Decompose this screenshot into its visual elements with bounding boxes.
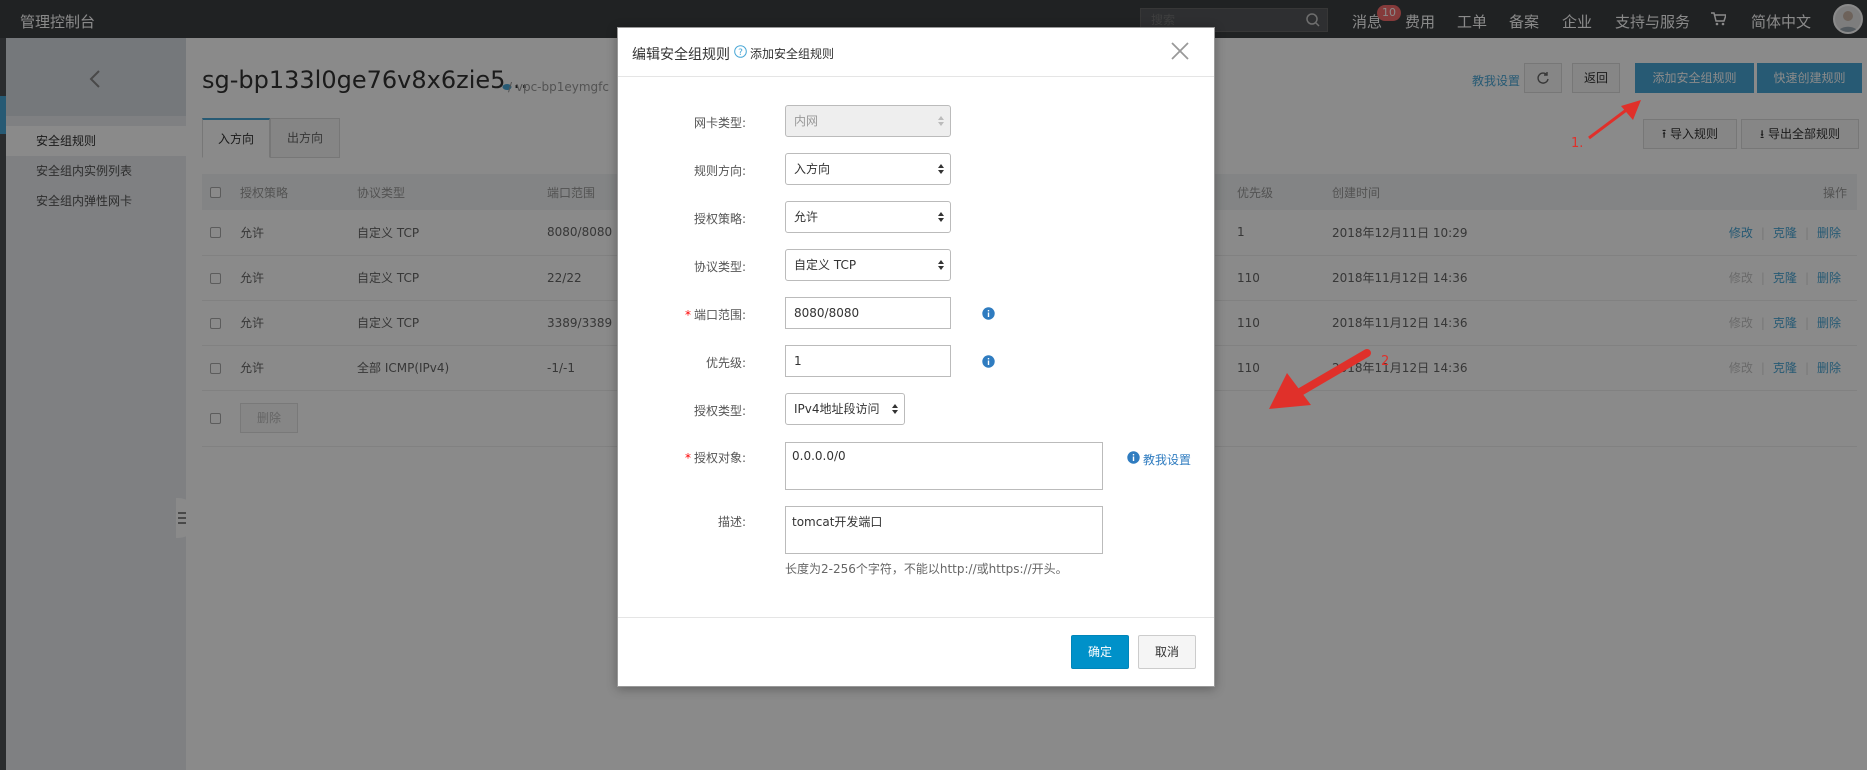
auth-object-teach-link[interactable]: 教我设置 — [1143, 451, 1191, 468]
auth-type-label: 授权类型: — [693, 404, 746, 418]
annotation-arrow-1 — [1588, 100, 1641, 140]
dialog-title: 编辑安全组规则 — [632, 47, 730, 63]
auth-object-textarea[interactable]: 0.0.0.0/0 — [785, 442, 1103, 490]
nic-type-select: 内网 — [785, 105, 951, 137]
info-icon[interactable] — [1127, 451, 1140, 464]
updown-icon — [938, 212, 944, 222]
annotation-step-2: 2 — [1381, 354, 1390, 369]
priority-label: 优先级: — [705, 356, 746, 370]
direction-label: 规则方向: — [693, 164, 746, 178]
info-icon[interactable] — [982, 355, 995, 368]
cancel-button[interactable]: 取消 — [1138, 635, 1196, 669]
updown-icon — [938, 164, 944, 174]
close-icon[interactable] — [1169, 40, 1191, 62]
auth-type-value: IPv4地址段访问 — [794, 402, 880, 416]
nic-type-value: 内网 — [794, 114, 819, 128]
description-label: 描述: — [717, 515, 746, 529]
policy-value: 允许 — [794, 210, 819, 224]
port-range-label: * 端口范围: — [618, 306, 746, 323]
nic-type-label: 网卡类型: — [693, 116, 746, 130]
port-range-input[interactable]: 8080/8080 — [785, 297, 951, 329]
svg-text:?: ? — [738, 48, 743, 58]
priority-input[interactable]: 1 — [785, 345, 951, 377]
help-icon[interactable]: ? — [734, 45, 747, 58]
required-mark: * — [684, 308, 691, 322]
info-icon[interactable] — [982, 307, 995, 320]
direction-select[interactable]: 入方向 — [785, 153, 951, 185]
updown-icon — [938, 260, 944, 270]
port-range-label-text: 端口范围: — [693, 308, 746, 322]
auth-object-label-text: 授权对象: — [693, 451, 746, 465]
auth-type-select[interactable]: IPv4地址段访问 — [785, 393, 905, 425]
protocol-label: 协议类型: — [693, 260, 746, 274]
confirm-button[interactable]: 确定 — [1071, 635, 1129, 669]
policy-label: 授权策略: — [693, 212, 746, 226]
auth-object-label: * 授权对象: — [618, 449, 746, 466]
policy-select[interactable]: 允许 — [785, 201, 951, 233]
updown-icon — [938, 116, 944, 126]
required-mark: * — [684, 451, 691, 465]
footer-divider — [618, 617, 1214, 618]
direction-value: 入方向 — [794, 162, 831, 176]
annotation-arrow-2 — [1269, 349, 1371, 409]
add-rule-link[interactable]: 添加安全组规则 — [750, 45, 834, 62]
description-textarea[interactable]: tomcat开发端口 — [785, 506, 1103, 554]
edit-rule-dialog: 编辑安全组规则 ? 添加安全组规则 网卡类型: 内网 规则方向: 入方向 授权策… — [617, 27, 1215, 687]
protocol-select[interactable]: 自定义 TCP — [785, 249, 951, 281]
description-hint: 长度为2-256个字符，不能以http://或https://开头。 — [785, 562, 1068, 576]
dialog-header: 编辑安全组规则 ? 添加安全组规则 — [618, 28, 1214, 77]
updown-icon — [892, 404, 898, 414]
protocol-value: 自定义 TCP — [794, 258, 857, 272]
annotation-step-1: 1. — [1571, 136, 1584, 151]
